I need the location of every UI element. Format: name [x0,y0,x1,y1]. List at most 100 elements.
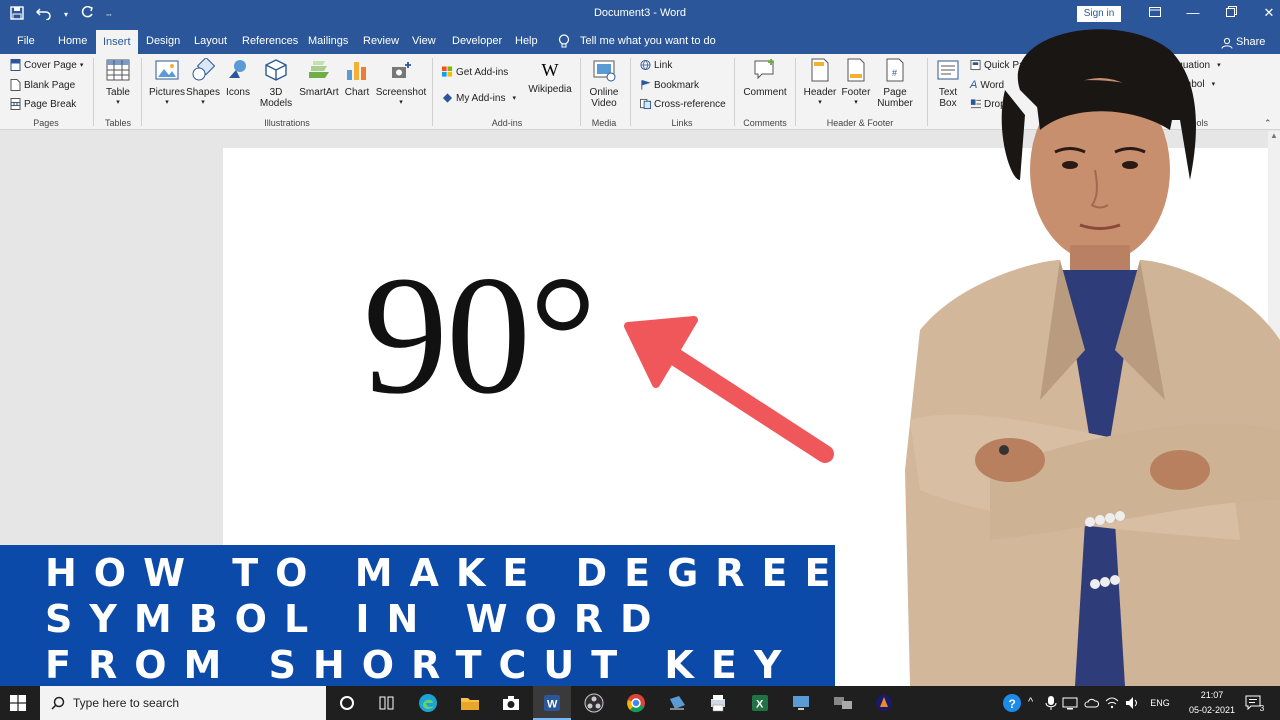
pictures-label: Pictures [148,87,186,98]
chart-button[interactable]: Chart [342,58,372,98]
tab-mailings[interactable]: Mailings [308,35,348,47]
cover-page-button[interactable]: Cover Page ▾ [10,59,83,71]
bookmark-icon [641,79,651,90]
language-indicator[interactable]: ENG [1148,698,1172,708]
table-button[interactable]: Table ▾ [100,58,136,106]
windows-start-icon[interactable] [10,695,26,711]
3d-models-label-line1: 3D [269,87,283,98]
screenshot-dropdown-icon: ▾ [399,99,403,106]
get-addins-button[interactable]: Get Add-ins [442,66,508,78]
show-hidden-icons-icon[interactable]: ^ [1028,696,1033,708]
file-explorer-icon[interactable] [460,693,480,713]
close-icon[interactable]: ✕ [1250,5,1280,21]
tab-design[interactable]: Design [146,35,180,47]
tab-references[interactable]: References [242,35,298,47]
wikipedia-label: Wikipedia [528,84,572,95]
my-addins-button[interactable]: My Add-ins ▾ [442,92,516,104]
document-body-text[interactable]: 90° [363,250,597,420]
task-view-icon[interactable] [377,693,397,713]
title-banner: HOW TO MAKE DEGREE SYMBOL IN WORD FROM S… [0,545,835,687]
camera-icon [392,62,411,78]
tell-me-search[interactable]: Tell me what you want to do [580,35,716,47]
shapes-label: Shapes [186,87,220,98]
wifi-icon[interactable] [1104,695,1120,711]
comment-button[interactable]: Comment [740,58,790,98]
tab-insert[interactable]: Insert [96,30,138,54]
ribbon-display-options-icon[interactable] [1136,5,1174,21]
group-separator [432,58,433,126]
cross-reference-button[interactable]: Cross-reference [640,98,726,110]
shapes-button[interactable]: Shapes ▾ [186,56,220,106]
blank-page-label: Blank Page [24,79,76,91]
tables-group-label: Tables [104,118,131,128]
screen-recorder-icon[interactable] [667,693,687,713]
icons-button[interactable]: Icons [222,58,254,98]
microphone-icon[interactable] [1044,695,1058,711]
restore-icon[interactable] [1212,5,1250,21]
tab-view[interactable]: View [412,35,436,47]
online-video-button[interactable]: Online Video [586,58,622,109]
printer-app-icon[interactable] [708,693,728,713]
pictures-dropdown-icon: ▾ [165,99,169,106]
search-placeholder: Type here to search [73,696,180,710]
taskbar-search-box[interactable]: Type here to search [40,686,326,720]
lightbulb-icon [558,34,570,54]
network-icon[interactable] [1062,695,1078,711]
cloud-sync-icon[interactable] [1083,695,1099,711]
screenshot-button[interactable]: Screenshot ▾ [374,58,428,106]
camera-app-icon[interactable] [501,693,521,713]
3d-models-button[interactable]: 3D Models [256,58,296,109]
obs-studio-icon[interactable] [584,693,604,713]
comments-group-label: Comments [743,118,787,128]
page-break-button[interactable]: Page Break [10,98,76,110]
header-label: Header [803,87,837,98]
minimize-icon[interactable]: — [1174,5,1212,21]
tab-review[interactable]: Review [363,35,399,47]
display-settings-icon[interactable] [833,693,853,713]
my-addins-icon [442,93,453,103]
link-button[interactable]: Link [640,59,672,71]
remote-desktop-icon[interactable] [791,693,811,713]
shapes-icon [192,56,216,81]
bookmark-button[interactable]: Bookmark [640,79,699,91]
header-dropdown-icon: ▾ [818,99,822,106]
online-video-label-line2: Video [591,98,617,109]
icons-icon [229,60,246,78]
header-icon [811,58,829,82]
clock-date[interactable]: 05-02-2021 [1180,705,1244,715]
tab-file[interactable]: File [17,35,35,47]
window-controls: — ✕ [1136,5,1280,21]
cube-icon [265,59,287,81]
word-window: ▾ ⵈ Document3 - Word Sign in — ✕ File Ho… [0,0,1280,720]
chrome-browser-icon[interactable] [626,693,646,713]
addins-group-label: Add-ins [491,118,523,128]
header-button[interactable]: Header ▾ [802,58,838,106]
clock-time[interactable]: 21:07 [1187,690,1237,700]
tab-layout[interactable]: Layout [194,35,227,47]
pictures-button[interactable]: Pictures ▾ [148,58,186,106]
help-tray-icon[interactable]: ? [1002,693,1022,713]
excel-app-icon[interactable]: X [750,693,770,713]
group-separator [795,58,796,126]
footer-icon [847,58,865,82]
search-icon [51,696,65,710]
avast-antivirus-icon[interactable] [874,693,894,713]
group-separator [734,58,735,126]
tab-home[interactable]: Home [58,35,87,47]
tab-developer[interactable]: Developer [452,35,502,47]
word-taskbar-button[interactable]: W [533,686,571,720]
volume-icon[interactable] [1124,695,1140,711]
chart-icon [347,62,366,80]
blank-page-button[interactable]: Blank Page [10,79,75,91]
notification-count-badge: 3 [1259,704,1265,713]
tab-help[interactable]: Help [515,35,538,47]
group-separator [93,58,94,126]
wikipedia-button[interactable]: W Wikipedia [526,58,574,95]
cortana-icon[interactable] [337,693,357,713]
edge-browser-icon[interactable] [418,693,438,713]
footer-button[interactable]: Footer ▾ [838,58,874,106]
smartart-button[interactable]: SmartArt [298,58,340,98]
icons-label: Icons [226,87,250,98]
my-addins-label: My Add-ins [456,92,506,104]
svg-text:?: ? [1009,697,1016,711]
